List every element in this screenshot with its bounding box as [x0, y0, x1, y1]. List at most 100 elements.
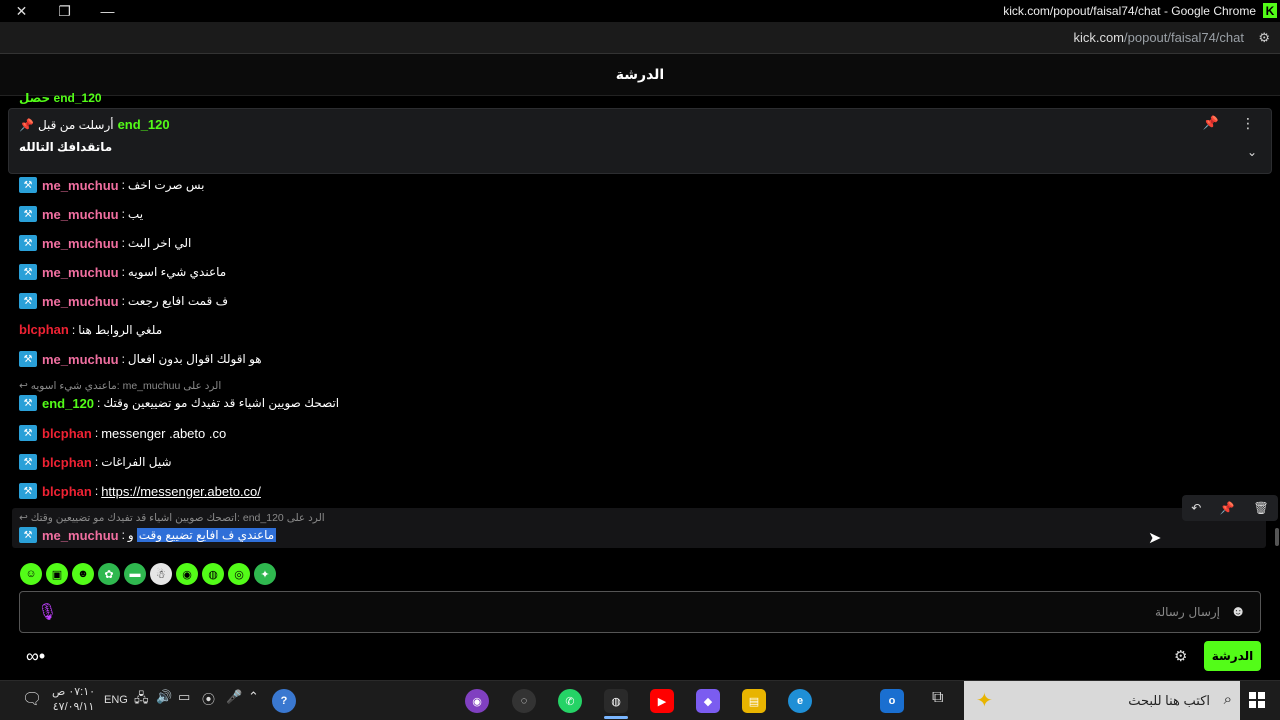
pin-message-icon[interactable]: 📌 [1220, 501, 1235, 515]
emoji-picker-icon[interactable]: ☻ [1230, 603, 1246, 620]
emote-icon[interactable]: ◉ [176, 563, 198, 585]
chat-settings-icon[interactable]: ⚙ [1174, 647, 1187, 665]
message-actions: ↶ 📌 🗑 [1182, 495, 1278, 521]
reply-user: me_muchuu [122, 380, 181, 392]
help-app-icon[interactable]: ? [272, 689, 296, 713]
chat-title: الدرشة [615, 66, 665, 82]
message-link[interactable]: https://messenger.abeto.co/ [101, 484, 261, 499]
taskbar-search[interactable]: ✦ اكتب هنا للبحث ⌕ [964, 681, 1240, 720]
message-user[interactable]: me_muchuu [42, 207, 119, 222]
message-user[interactable]: blcphan [42, 455, 92, 470]
emote-icon[interactable]: ☻ [72, 563, 94, 585]
chat-message[interactable]: ⚒ blcphan: https://messenger.abeto.co/ [19, 483, 261, 499]
chat-input-box[interactable]: 🎙 ☻ [19, 591, 1261, 633]
obs-app-icon[interactable]: ◌ [512, 689, 536, 713]
taskbar-clock[interactable]: ٠٧:١٠ ص ٤٧/٠٩/١١ [52, 685, 95, 715]
message-text: بس صرت اخف [127, 178, 205, 192]
moderator-badge-icon: ⚒ [19, 177, 37, 193]
discord-app-icon[interactable]: ◉ [465, 689, 489, 713]
pinned-message[interactable]: 📌 أرسلت من قبل end_120 ماتقدافك التالله … [8, 108, 1272, 174]
window-titlebar: ✕ ❐ — kick.com/popout/faisal74/chat - Go… [0, 0, 1280, 22]
emote-icon[interactable]: ☺ [20, 563, 42, 585]
message-user[interactable]: me_muchuu [42, 178, 119, 193]
microphone-icon[interactable]: 🎙 [37, 602, 57, 622]
chat-message[interactable]: ⚒ me_muchuu: ف قمت افايع رجعت [19, 293, 228, 309]
pinned-sent-by: أرسلت من قبل [37, 117, 114, 132]
unpin-icon[interactable]: 📌 [1203, 115, 1219, 131]
emote-icon[interactable]: ◍ [202, 563, 224, 585]
message-user[interactable]: me_muchuu [42, 294, 119, 309]
message-user[interactable]: blcphan [19, 322, 69, 337]
mic-tray-icon[interactable]: 🎤 [226, 689, 242, 705]
chat-message[interactable]: ⚒ me_muchuu: ماعندي شيء اسويه [19, 264, 226, 280]
site-settings-icon[interactable]: ⚙ [1258, 30, 1270, 46]
emote-icon[interactable]: ✿ [98, 563, 120, 585]
message-user[interactable]: blcphan [42, 426, 92, 441]
chevron-up-icon[interactable]: ⌃ [248, 689, 259, 705]
scrollbar[interactable] [1275, 528, 1279, 546]
chat-message[interactable]: ⚒ me_muchuu: بس صرت اخف [19, 177, 205, 193]
message-user[interactable]: blcphan [42, 484, 92, 499]
outlook-app-icon[interactable]: o [880, 689, 904, 713]
moderator-badge-icon: ⚒ [19, 264, 37, 280]
address-bar[interactable]: kick.com/popout/faisal74/chat ⚙ [0, 22, 1280, 54]
emote-icon[interactable]: ✦ [254, 563, 276, 585]
chat-message[interactable]: ⚒ me_muchuu: و ماعندي ف افايع تضييع وقت [19, 527, 277, 543]
task-view-icon[interactable]: ⧉ [932, 689, 943, 707]
chat-message[interactable]: ⚒ blcphan: شيل الفراغات [19, 454, 172, 470]
moderator-badge-icon: ⚒ [19, 293, 37, 309]
chevron-down-icon[interactable]: ⌄ [1247, 145, 1257, 159]
file-explorer-icon[interactable]: ▤ [742, 689, 766, 713]
url-path: /popout/faisal74/chat [1124, 30, 1244, 45]
message-user[interactable]: me_muchuu [42, 528, 119, 543]
moderator-badge-icon: ⚒ [19, 483, 37, 499]
message-user[interactable]: end_120 [42, 396, 94, 411]
message-text: الي اخر البث [127, 236, 192, 250]
chat-message[interactable]: ⚒ blcphan: messenger .abeto .co [19, 425, 226, 441]
chrome-app-icon[interactable]: ◍ [604, 689, 628, 713]
reply-context[interactable]: ↩ اتصحك صويين اشياء قد تفيدك مو تضييعين … [19, 512, 325, 524]
emote-icon[interactable]: ▣ [46, 563, 68, 585]
send-chat-button[interactable]: الدرشة [1204, 641, 1261, 671]
chat-message[interactable]: ⚒ me_muchuu: هو اقولك اقوال بدون افعال [19, 351, 262, 367]
search-placeholder: اكتب هنا للبحث [1128, 693, 1210, 708]
whatsapp-app-icon[interactable]: ✆ [558, 689, 582, 713]
bluetooth-icon[interactable]: ⦿ [202, 689, 215, 708]
youtube-app-icon[interactable]: ▶ [650, 689, 674, 713]
emote-icon[interactable]: ▬ [124, 563, 146, 585]
chat-message[interactable]: ⚒ me_muchuu: يب [19, 206, 143, 222]
message-user[interactable]: me_muchuu [42, 236, 119, 251]
message-user[interactable]: me_muchuu [42, 265, 119, 280]
m365-app-icon[interactable]: ◆ [696, 689, 720, 713]
edge-app-icon[interactable]: e [788, 689, 812, 713]
restore-window-icon[interactable]: ❐ [43, 0, 86, 22]
message-input[interactable] [80, 602, 1220, 622]
chat-message[interactable]: ⚒ end_120: اتصحك صويين اشياء قد تفيدك مو… [19, 395, 339, 411]
chat-message[interactable]: ⚒ me_muchuu: الي اخر البث [19, 235, 191, 251]
reply-context[interactable]: ↩ ماعندي شيء اسويه: me_muchuu الرد على [19, 380, 221, 392]
more-options-icon[interactable]: ⋮ [1241, 115, 1255, 132]
pinned-user[interactable]: end_120 [118, 117, 170, 132]
notification-icon[interactable]: 🗨 [22, 689, 42, 709]
windows-start-icon[interactable] [1249, 692, 1265, 708]
reply-icon[interactable]: ↶ [1191, 501, 1201, 515]
url-display[interactable]: kick.com/popout/faisal74/chat [1073, 30, 1244, 45]
close-window-icon[interactable]: ✕ [0, 0, 43, 22]
message-user[interactable]: me_muchuu [42, 352, 119, 367]
emote-icon[interactable]: ☃ [150, 563, 172, 585]
language-indicator[interactable]: ENG [104, 694, 128, 706]
mouse-cursor-icon: ➤ [1148, 530, 1162, 547]
chat-message[interactable]: blcphan: ملغي الروابط هنا [19, 322, 162, 337]
network-icon[interactable]: 🖧 [134, 689, 149, 711]
message-text: ملغي الروابط هنا [78, 322, 163, 337]
kick-tools-icon[interactable]: ∞• [26, 646, 45, 667]
emote-icon[interactable]: ◎ [228, 563, 250, 585]
minimize-window-icon[interactable]: — [86, 0, 129, 22]
reply-arrow-icon: ↩ [19, 512, 28, 524]
delete-icon[interactable]: 🗑 [1253, 501, 1268, 515]
message-text: ماعندي شيء اسويه [127, 265, 227, 279]
volume-icon[interactable]: 🔊 [156, 689, 172, 705]
battery-icon[interactable]: ▭ [178, 689, 190, 705]
reply-prefix: الرد على [286, 512, 325, 524]
pin-icon: 📌 [19, 117, 34, 132]
